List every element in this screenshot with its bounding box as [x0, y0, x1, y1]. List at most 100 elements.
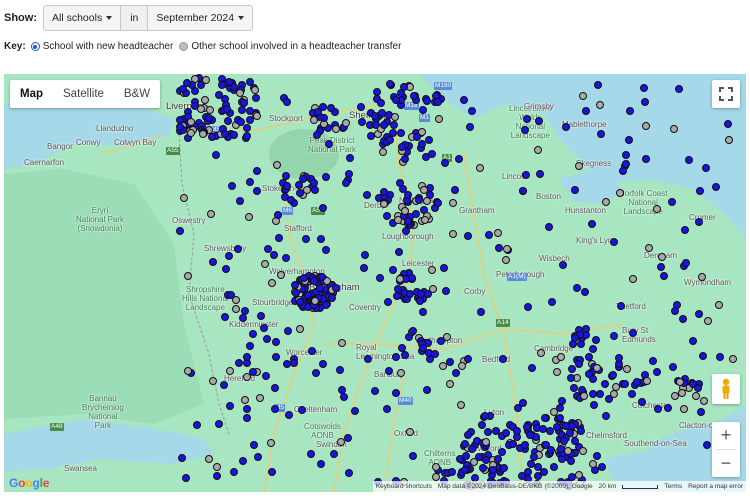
new-head-marker[interactable]: [243, 123, 252, 132]
new-head-marker[interactable]: [364, 354, 373, 363]
new-head-marker[interactable]: [344, 469, 353, 478]
fullscreen-button[interactable]: [712, 80, 740, 108]
new-head-marker[interactable]: [223, 104, 232, 113]
new-head-marker[interactable]: [245, 178, 254, 187]
new-head-marker[interactable]: [192, 420, 201, 429]
new-head-marker[interactable]: [684, 155, 693, 164]
new-head-marker[interactable]: [225, 251, 233, 260]
new-head-marker[interactable]: [466, 122, 475, 131]
map-type-satellite[interactable]: Satellite: [53, 80, 114, 108]
other-school-marker[interactable]: [457, 362, 466, 370]
new-head-marker[interactable]: [319, 359, 328, 368]
other-school-marker[interactable]: [494, 228, 502, 237]
new-head-marker[interactable]: [385, 80, 394, 89]
new-head-marker[interactable]: [459, 96, 468, 105]
other-school-marker[interactable]: [609, 389, 618, 398]
new-head-marker[interactable]: [669, 362, 677, 371]
new-head-marker[interactable]: [468, 106, 477, 115]
other-school-marker[interactable]: [420, 215, 429, 224]
other-school-marker[interactable]: [272, 161, 281, 170]
new-head-marker[interactable]: [659, 272, 668, 281]
new-head-marker[interactable]: [252, 187, 261, 196]
new-head-marker[interactable]: [267, 467, 276, 476]
new-head-marker[interactable]: [281, 172, 290, 181]
other-school-marker[interactable]: [703, 316, 712, 325]
other-school-marker[interactable]: [595, 101, 604, 110]
new-head-marker[interactable]: [581, 106, 590, 115]
new-head-marker[interactable]: [283, 327, 292, 335]
new-head-marker[interactable]: [702, 441, 711, 450]
other-school-marker[interactable]: [456, 400, 465, 409]
other-school-marker[interactable]: [419, 185, 428, 194]
new-head-marker[interactable]: [245, 77, 254, 86]
new-head-marker[interactable]: [269, 250, 278, 259]
new-head-marker[interactable]: [694, 218, 703, 227]
new-head-marker[interactable]: [370, 387, 379, 396]
other-school-marker[interactable]: [255, 394, 264, 403]
new-head-marker[interactable]: [176, 226, 185, 235]
other-school-marker[interactable]: [380, 200, 388, 208]
new-head-marker[interactable]: [297, 406, 306, 415]
new-head-marker[interactable]: [588, 219, 597, 228]
other-school-marker[interactable]: [205, 454, 213, 463]
new-head-marker[interactable]: [680, 226, 689, 235]
new-head-marker[interactable]: [383, 298, 392, 307]
map-type-map[interactable]: Map: [10, 80, 53, 108]
new-head-marker[interactable]: [463, 231, 472, 240]
new-head-marker[interactable]: [528, 363, 536, 372]
new-head-marker[interactable]: [392, 95, 400, 104]
new-head-marker[interactable]: [391, 389, 400, 398]
other-school-marker[interactable]: [579, 391, 588, 400]
new-head-marker[interactable]: [653, 405, 662, 414]
new-head-marker[interactable]: [307, 347, 316, 356]
other-school-marker[interactable]: [276, 270, 285, 279]
other-school-marker[interactable]: [428, 266, 436, 274]
new-head-marker[interactable]: [282, 182, 291, 190]
other-school-marker[interactable]: [252, 111, 261, 120]
new-head-marker[interactable]: [389, 128, 398, 137]
new-head-marker[interactable]: [664, 403, 672, 412]
other-school-marker[interactable]: [341, 118, 350, 127]
new-head-marker[interactable]: [290, 281, 299, 290]
new-head-marker[interactable]: [345, 153, 354, 162]
new-head-marker[interactable]: [567, 373, 576, 382]
new-head-marker[interactable]: [561, 421, 570, 430]
new-head-marker[interactable]: [580, 288, 589, 296]
new-head-marker[interactable]: [222, 264, 230, 273]
report-error-link[interactable]: Report a map error: [688, 483, 743, 490]
new-head-marker[interactable]: [520, 125, 529, 134]
other-school-marker[interactable]: [428, 284, 437, 293]
new-head-marker[interactable]: [340, 392, 349, 401]
new-head-marker[interactable]: [460, 465, 469, 474]
new-head-marker[interactable]: [415, 195, 424, 204]
new-head-marker[interactable]: [682, 258, 691, 267]
other-school-marker[interactable]: [475, 164, 484, 173]
other-school-marker[interactable]: [553, 367, 561, 376]
new-head-marker[interactable]: [357, 118, 366, 127]
new-head-marker[interactable]: [557, 396, 566, 405]
other-school-marker[interactable]: [245, 212, 254, 221]
other-school-marker[interactable]: [658, 252, 666, 261]
zoom-out-button[interactable]: −: [712, 450, 740, 477]
other-school-marker[interactable]: [199, 129, 208, 138]
new-head-marker[interactable]: [315, 284, 324, 293]
new-head-marker[interactable]: [382, 211, 391, 220]
new-head-marker[interactable]: [569, 383, 578, 392]
other-school-marker[interactable]: [431, 472, 440, 481]
new-head-marker[interactable]: [413, 133, 421, 141]
other-school-marker[interactable]: [310, 297, 319, 306]
new-head-marker[interactable]: [243, 131, 251, 140]
new-head-marker[interactable]: [398, 142, 407, 151]
other-school-marker[interactable]: [208, 377, 217, 386]
new-head-marker[interactable]: [558, 261, 567, 270]
google-logo[interactable]: Google: [9, 476, 49, 490]
new-head-marker[interactable]: [245, 341, 254, 350]
new-head-marker[interactable]: [422, 385, 431, 394]
new-head-marker[interactable]: [225, 401, 234, 410]
new-head-marker[interactable]: [480, 411, 489, 420]
other-school-marker[interactable]: [611, 383, 620, 392]
new-head-radio[interactable]: [30, 42, 40, 51]
new-head-marker[interactable]: [627, 389, 636, 398]
new-head-marker[interactable]: [601, 411, 610, 420]
new-head-marker[interactable]: [390, 120, 399, 129]
